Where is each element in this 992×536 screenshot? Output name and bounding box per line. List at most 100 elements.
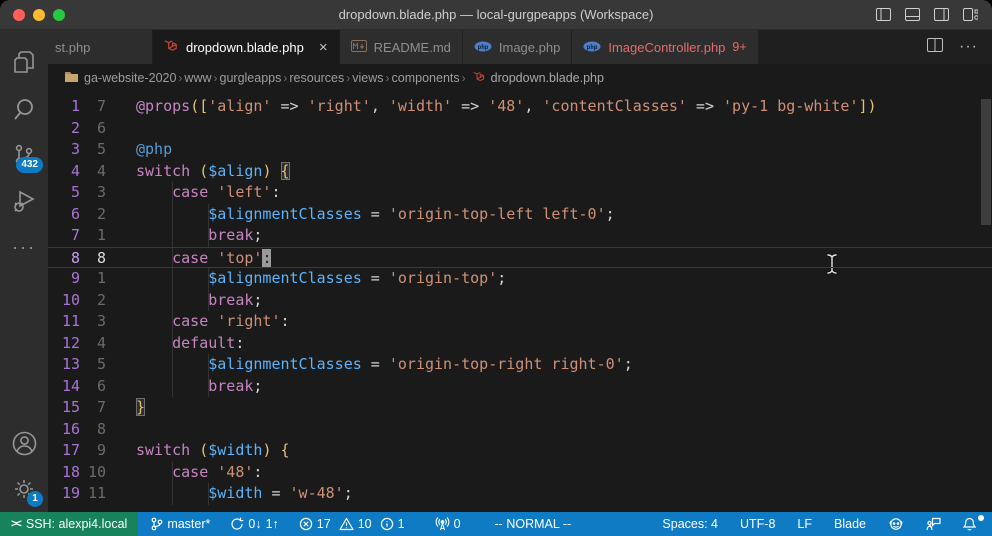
breadcrumb-file[interactable]: dropdown.blade.php [473, 70, 604, 86]
toggle-panel-icon[interactable] [905, 8, 920, 21]
code-text: switch ($width) { [136, 440, 992, 462]
settings-badge: 1 [27, 491, 43, 507]
code-line: 135 $alignmentClasses = 'origin-top-righ… [48, 354, 992, 376]
line-number-relative: 6 [80, 376, 106, 398]
indent-guide [172, 354, 173, 376]
indent-guide [172, 483, 173, 505]
remote-indicator[interactable]: >< SSH: alexpi4.local [0, 512, 138, 536]
code-editor[interactable]: 17@props(['align' => 'right', 'width' =>… [48, 91, 992, 512]
editor-actions: ··· [913, 30, 992, 64]
line-number-relative: 2 [80, 204, 106, 226]
indentation-item[interactable]: Spaces: 4 [656, 517, 724, 531]
line-number-relative: 3 [80, 311, 106, 333]
line-number-absolute: 3 [48, 139, 80, 161]
tab-readme-md[interactable]: README.md [340, 30, 462, 64]
code-text [136, 419, 992, 441]
line-number-relative: 4 [80, 333, 106, 355]
code-text: @php [136, 139, 992, 161]
breadcrumb-item[interactable]: views [352, 71, 383, 85]
vim-mode-item[interactable]: -- NORMAL -- [489, 517, 578, 531]
line-number-relative: 5 [80, 139, 106, 161]
tab-imagecontroller-php[interactable]: php ImageController.php 9+ [572, 30, 757, 64]
feedback-flag-icon[interactable] [920, 517, 947, 531]
ports-item[interactable]: 0 [429, 517, 467, 531]
line-number-absolute: 12 [48, 333, 80, 355]
explorer-icon[interactable] [0, 40, 48, 86]
window-controls [13, 9, 65, 21]
encoding-item[interactable]: UTF-8 [734, 517, 781, 531]
title-bar: dropdown.blade.php — local-gurgpeapps (W… [0, 0, 992, 30]
line-number-absolute: 15 [48, 397, 80, 419]
sync-icon [230, 517, 244, 531]
line-number-absolute: 18 [48, 462, 80, 484]
code-line: 91 $alignmentClasses = 'origin-top'; [48, 268, 992, 290]
breadcrumb-item[interactable]: components [392, 71, 460, 85]
line-number-absolute: 4 [48, 161, 80, 183]
vim-block-cursor: : [262, 249, 271, 267]
language-mode-item[interactable]: Blade [828, 517, 872, 531]
code-text: $alignmentClasses = 'origin-top'; [136, 268, 992, 290]
line-number-relative: 2 [80, 290, 106, 312]
line-number-relative: 8 [80, 419, 106, 441]
run-debug-icon[interactable] [0, 178, 48, 224]
line-number-absolute: 5 [48, 182, 80, 204]
zoom-window-button[interactable] [53, 9, 65, 21]
indent-guide [172, 311, 173, 333]
copilot-icon[interactable] [882, 517, 910, 531]
problems-item[interactable]: 17 10 1 [293, 517, 411, 531]
customize-layout-icon[interactable] [963, 8, 978, 21]
toggle-secondary-sidebar-icon[interactable] [934, 8, 949, 21]
line-number-relative: 8 [80, 248, 106, 268]
breadcrumb-item[interactable]: resources [289, 71, 344, 85]
indent-guide [208, 268, 209, 290]
tab-st-php[interactable]: st.php [48, 30, 152, 64]
more-actions-icon[interactable]: ··· [959, 38, 978, 56]
git-sync-item[interactable]: 0↓ 1↑ [224, 517, 284, 531]
line-number-relative: 9 [80, 440, 106, 462]
toggle-primary-sidebar-icon[interactable] [876, 8, 891, 21]
code-line: 113 case 'right': [48, 311, 992, 333]
tab-dropdown-blade-php[interactable]: dropdown.blade.php × [153, 30, 339, 64]
breadcrumb: ga-website-2020›www›gurgleapps›resources… [48, 64, 992, 91]
line-number-absolute: 11 [48, 311, 80, 333]
indent-guide [172, 268, 173, 290]
indent-guide [172, 204, 173, 226]
search-icon[interactable] [0, 86, 48, 132]
breadcrumb-item[interactable]: ga-website-2020 [84, 71, 176, 85]
close-tab-icon[interactable]: × [319, 39, 328, 56]
svg-text:php: php [587, 43, 598, 50]
line-number-absolute: 16 [48, 419, 80, 441]
code-text: } [136, 397, 992, 419]
line-number-absolute: 7 [48, 225, 80, 247]
breadcrumb-item[interactable]: gurgleapps [220, 71, 282, 85]
close-window-button[interactable] [13, 9, 25, 21]
code-text: @props(['align' => 'right', 'width' => '… [136, 96, 992, 118]
more-views-icon[interactable]: ··· [0, 224, 48, 270]
minimize-window-button[interactable] [33, 9, 45, 21]
window-title: dropdown.blade.php — local-gurgpeapps (W… [0, 7, 992, 22]
code-line: 88 case 'top': [48, 247, 992, 269]
code-line: 124 default: [48, 333, 992, 355]
breadcrumb-item[interactable]: www [184, 71, 211, 85]
indent-guide [172, 333, 173, 355]
notifications-bell-icon[interactable] [957, 517, 982, 531]
indent-guide [172, 462, 173, 484]
accounts-icon[interactable] [0, 420, 48, 466]
eol-item[interactable]: LF [791, 517, 818, 531]
line-number-relative: 3 [80, 182, 106, 204]
code-line: 17@props(['align' => 'right', 'width' =>… [48, 96, 992, 118]
remote-icon: >< [11, 518, 20, 530]
git-branch-item[interactable]: master* [144, 517, 216, 531]
line-number-absolute: 8 [48, 248, 80, 268]
php-icon: php [583, 40, 601, 55]
indent-guide [208, 376, 209, 398]
code-text: $alignmentClasses = 'origin-top-left lef… [136, 204, 992, 226]
split-editor-icon[interactable] [927, 38, 943, 57]
settings-gear-icon[interactable]: 1 [0, 466, 48, 512]
tab-bar: st.php dropdown.blade.php × README.md [48, 30, 992, 64]
line-number-relative: 5 [80, 354, 106, 376]
source-control-icon[interactable]: 432 [0, 132, 48, 178]
tab-image-php[interactable]: php Image.php [463, 30, 571, 64]
tab-label: Image.php [499, 40, 560, 55]
code-line: 26 [48, 118, 992, 140]
